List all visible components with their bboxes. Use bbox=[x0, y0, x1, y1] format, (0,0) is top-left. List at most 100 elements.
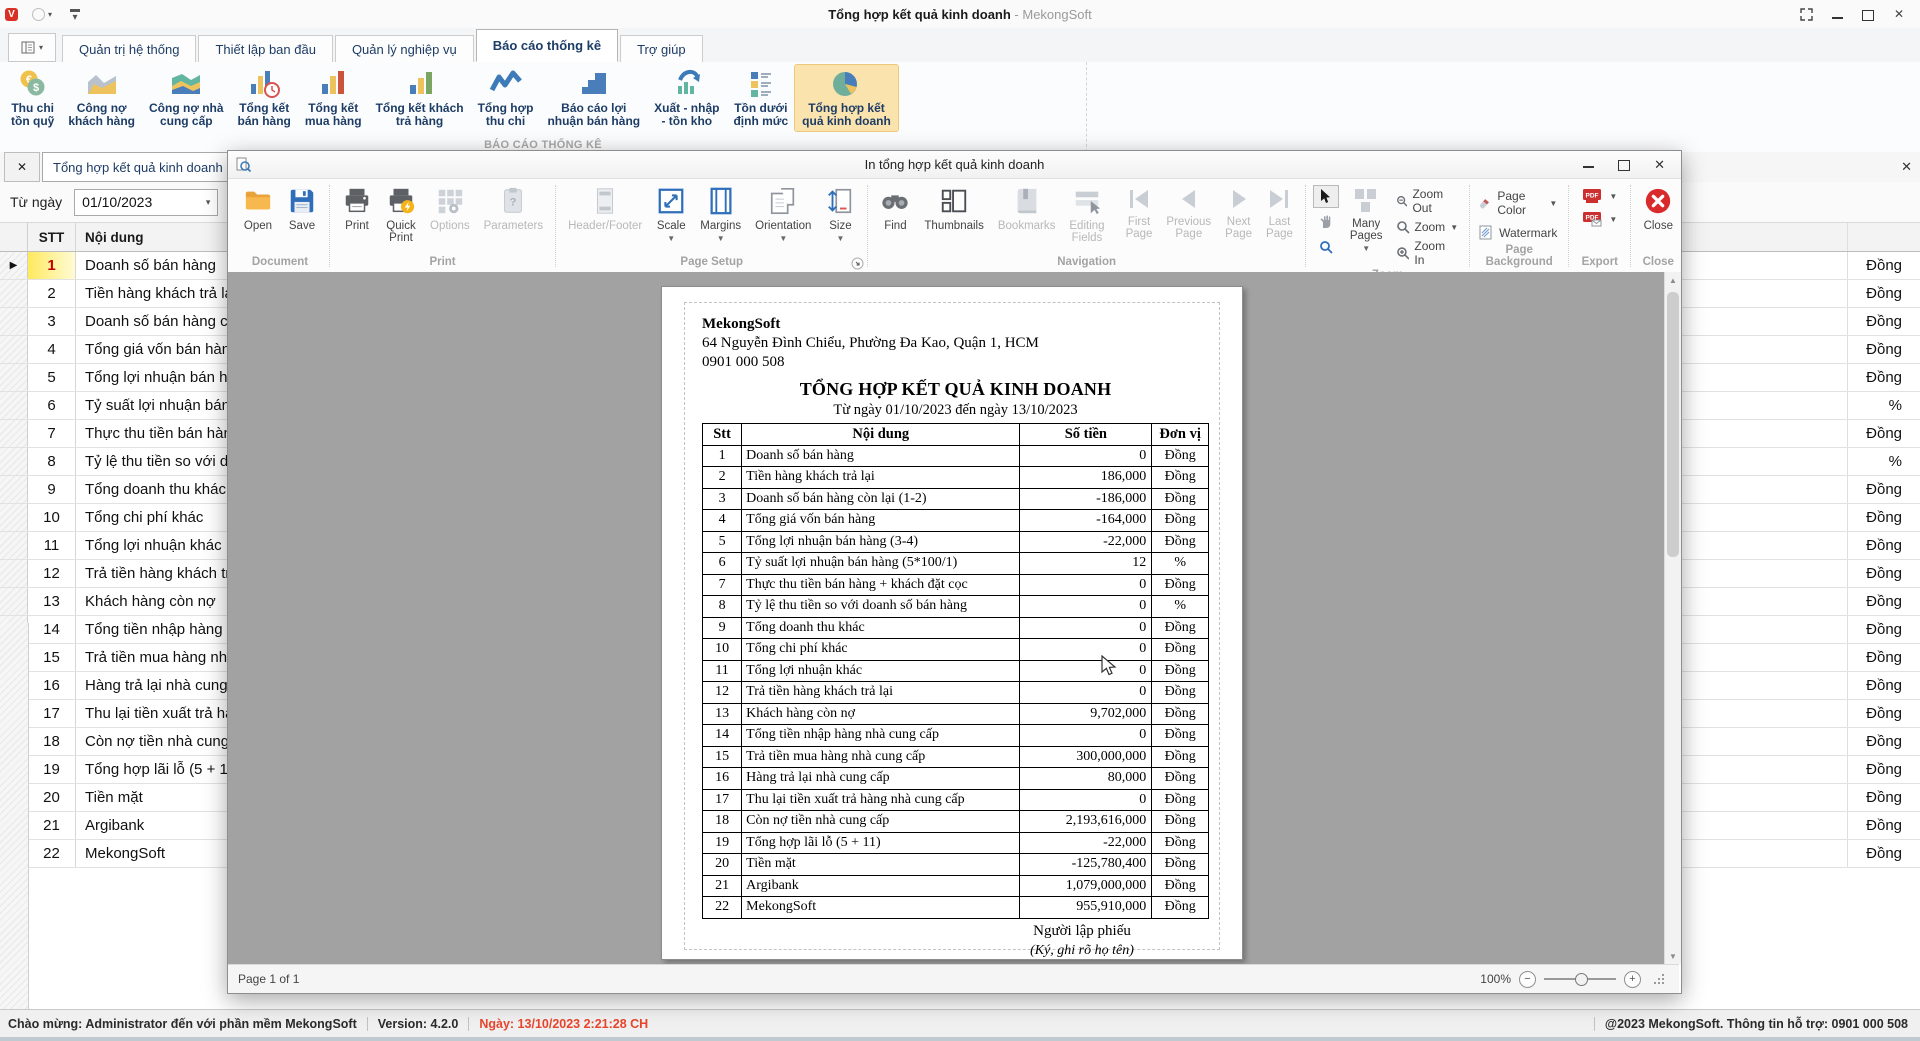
dialog-close-icon[interactable]: ✕ bbox=[1654, 158, 1665, 171]
report-row: 4 Tổng giá vốn bán hàng -164,000 Đồng bbox=[703, 510, 1209, 532]
pointer-tool-button[interactable] bbox=[1313, 185, 1339, 208]
close-icon bbox=[1643, 186, 1673, 216]
quick-access-caret-icon[interactable]: ▾ bbox=[48, 10, 52, 19]
orientation-button[interactable]: Orientation ▼ bbox=[748, 183, 818, 245]
line-chart-icon bbox=[489, 68, 523, 100]
watermark-button[interactable]: Watermark bbox=[1479, 225, 1557, 240]
quick-print-button[interactable]: Quick Print bbox=[379, 183, 423, 247]
quick-access-icon[interactable] bbox=[32, 8, 45, 21]
editing-fields-icon bbox=[1072, 186, 1102, 216]
resize-grip-icon[interactable] bbox=[1653, 973, 1665, 985]
ribbon-item-cong-no-nha-cung-cap[interactable]: Công nợ nhà cung cấp bbox=[142, 65, 231, 131]
list-levels-icon bbox=[744, 68, 778, 100]
scrollbar-thumb[interactable] bbox=[1667, 292, 1679, 557]
find-button[interactable]: Find bbox=[873, 183, 917, 235]
zoom-out-button-small[interactable]: − bbox=[1519, 971, 1536, 988]
ribbon-item-xuat-nhap-ton-kho[interactable]: Xuất - nhập - tồn kho bbox=[647, 65, 726, 131]
zoom-out-button[interactable]: Zoom Out bbox=[1396, 187, 1459, 215]
print-button[interactable]: Print bbox=[335, 183, 379, 235]
ribbon-tab[interactable]: Quản lý nghiệp vụ bbox=[335, 35, 474, 62]
app-menu-button[interactable]: ▾ bbox=[8, 33, 56, 62]
ribbon-item-thu-chi-ton-quy[interactable]: € $ Thu chi tồn quỹ bbox=[4, 65, 61, 131]
preview-surface[interactable]: MekongSoft 64 Nguyễn Đình Chiểu, Phường … bbox=[228, 272, 1679, 964]
ribbon: € $ Thu chi tồn quỹ Công nợ khách hàng bbox=[0, 62, 1920, 153]
close-preview-button[interactable]: Close bbox=[1636, 183, 1680, 235]
report-col-amount: Số tiền bbox=[1020, 424, 1152, 446]
app-menu-icon bbox=[21, 41, 35, 54]
find-icon bbox=[880, 186, 910, 216]
from-date-combo[interactable]: 01/10/2023 ▾ bbox=[74, 189, 218, 216]
expand-icon[interactable] bbox=[1795, 4, 1817, 24]
ribbon-item-cong-no-khach-hang[interactable]: Công nợ khách hàng bbox=[61, 65, 142, 131]
dialog-maximize-icon[interactable] bbox=[1618, 158, 1630, 171]
customize-toolbar-icon[interactable]: ▬▾ bbox=[70, 6, 80, 22]
first-page-button[interactable]: First Page bbox=[1119, 183, 1160, 243]
report-col-content: Nội dung bbox=[742, 424, 1020, 446]
ribbon-tab[interactable]: Quản trị hệ thống bbox=[62, 35, 196, 62]
ribbon-item-tong-ket-khach-tra-hang[interactable]: Tổng kết khách trả hàng bbox=[369, 65, 471, 131]
ribbon-tab[interactable]: Trợ giúp bbox=[620, 35, 703, 62]
scroll-up-icon[interactable]: ▲ bbox=[1665, 272, 1681, 288]
previous-page-button[interactable]: Previous Page bbox=[1159, 183, 1218, 243]
ribbon-tab[interactable]: Báo cáo thống kê bbox=[476, 29, 618, 62]
report-row: 18 Còn nợ tiền nhà cung cấp 2,193,616,00… bbox=[703, 811, 1209, 833]
margins-button[interactable]: Margins ▼ bbox=[693, 183, 748, 245]
minimize-icon[interactable] bbox=[1826, 4, 1848, 24]
svg-text:?: ? bbox=[510, 197, 517, 209]
ribbon-item-tong-hop-ket-qua-kinh-doanh[interactable]: Tổng hợp kết quả kinh doanh bbox=[795, 65, 898, 131]
print-preview-dialog: In tổng hợp kết quả kinh doanh ✕ Open bbox=[227, 150, 1682, 994]
zoom-in-button[interactable]: Zoom In bbox=[1396, 239, 1459, 267]
open-button[interactable]: Open bbox=[236, 183, 280, 235]
bar-chart-2-icon bbox=[403, 68, 437, 100]
report-address: 64 Nguyễn Đình Chiểu, Phường Đa Kao, Quậ… bbox=[702, 334, 1242, 353]
report-col-stt: Stt bbox=[703, 424, 742, 446]
header-footer-button[interactable]: Header/Footer bbox=[561, 183, 649, 235]
preview-statusbar: Page 1 of 1 100% − + bbox=[228, 964, 1679, 993]
document-tab-active[interactable]: Tổng hợp kết quả kinh doanh ✕ bbox=[42, 152, 254, 182]
app-titlebar: V ▾ ▬▾ Tổng hợp kết quả kinh doanh - Mek… bbox=[0, 0, 1920, 29]
zoom-in-button-small[interactable]: + bbox=[1624, 971, 1641, 988]
zoom-slider-thumb[interactable] bbox=[1575, 973, 1588, 986]
next-page-button[interactable]: Next Page bbox=[1218, 183, 1259, 243]
ribbon-tab[interactable]: Thiết lập ban đầu bbox=[198, 35, 332, 62]
ribbon-item-bao-cao-loi-nhuan-ban-hang[interactable]: Báo cáo lợi nhuận bán hàng bbox=[540, 65, 647, 131]
options-button[interactable]: Options bbox=[423, 183, 477, 235]
thumbnails-button[interactable]: Thumbnails bbox=[917, 183, 990, 235]
page-setup-launcher-icon[interactable] bbox=[851, 257, 864, 270]
dialog-minimize-icon[interactable] bbox=[1583, 158, 1594, 171]
report-page: MekongSoft 64 Nguyễn Đình Chiểu, Phường … bbox=[661, 286, 1243, 960]
preview-scrollbar[interactable]: ▲ ▼ bbox=[1664, 272, 1681, 964]
scale-button[interactable]: Scale ▼ bbox=[649, 183, 693, 245]
ribbon-item-tong-ket-ban-hang[interactable]: Tổng kết bán hàng bbox=[231, 65, 298, 131]
document-tab-label: Tổng hợp kết quả kinh doanh bbox=[53, 160, 223, 175]
restore-icon[interactable] bbox=[1857, 4, 1879, 24]
many-pages-button[interactable]: Many Pages ▼ bbox=[1343, 183, 1390, 255]
magnifier-tool-button[interactable] bbox=[1313, 235, 1339, 258]
grid-header-stt[interactable]: STT bbox=[28, 223, 76, 251]
zoom-button[interactable]: Zoom ▼ bbox=[1396, 220, 1459, 234]
ribbon-item-tong-ket-mua-hang[interactable]: Tổng kết mua hàng bbox=[298, 65, 369, 131]
close-pane-button[interactable]: ✕ bbox=[4, 152, 40, 182]
ribbon-item-tong-hop-thu-chi[interactable]: Tổng hợp thu chi bbox=[471, 65, 541, 131]
next-page-icon bbox=[1226, 186, 1252, 212]
email-pdf-button[interactable]: PDF ▼ bbox=[1582, 211, 1617, 227]
page-color-button[interactable]: Page Color ▼ bbox=[1479, 189, 1557, 217]
folder-open-icon bbox=[243, 186, 273, 216]
close-icon[interactable]: ✕ bbox=[1888, 4, 1910, 24]
export-pdf-button[interactable]: PDF ▼ bbox=[1582, 188, 1617, 204]
save-button[interactable]: Save bbox=[280, 183, 324, 235]
hand-tool-button[interactable] bbox=[1313, 210, 1339, 233]
ribbon-item-ton-duoi-dinh-muc[interactable]: Tồn dưới định mức bbox=[726, 65, 795, 131]
report-row: 5 Tổng lợi nhuận bán hàng (3-4) -22,000 … bbox=[703, 531, 1209, 553]
bookmarks-button[interactable]: Bookmarks bbox=[991, 183, 1063, 235]
size-button[interactable]: Size ▼ bbox=[818, 183, 862, 245]
tabstrip-close-icon[interactable]: ✕ bbox=[1901, 159, 1912, 175]
editing-fields-button[interactable]: Editing Fields bbox=[1062, 183, 1111, 247]
scroll-down-icon[interactable]: ▼ bbox=[1665, 948, 1681, 964]
quick-print-icon bbox=[386, 186, 416, 216]
parameters-button[interactable]: ? Parameters bbox=[477, 183, 550, 235]
chevron-down-icon[interactable]: ▾ bbox=[199, 197, 217, 208]
options-grid-icon bbox=[435, 186, 465, 216]
zoom-slider[interactable] bbox=[1544, 978, 1616, 980]
last-page-button[interactable]: Last Page bbox=[1259, 183, 1300, 243]
